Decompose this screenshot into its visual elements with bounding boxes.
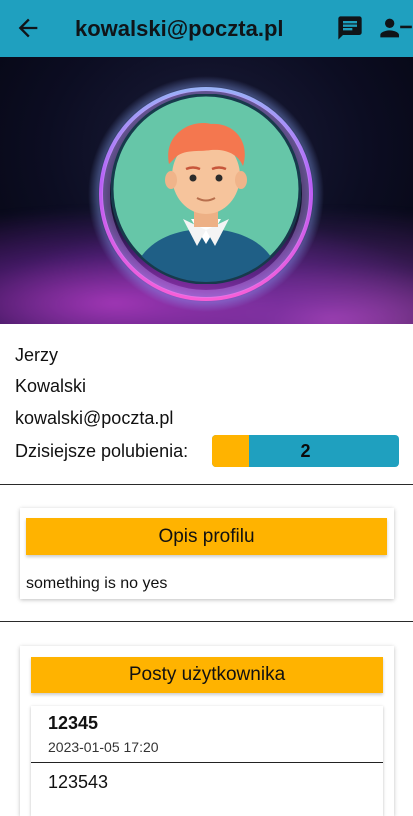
description-header: Opis profilu — [26, 518, 387, 555]
arrow-back-icon[interactable] — [14, 14, 42, 42]
person-remove-icon[interactable] — [378, 14, 413, 42]
likes-count: 2 — [300, 441, 311, 461]
app-bar-title: kowalski@poczta.pl — [75, 16, 284, 41]
divider — [0, 621, 413, 622]
app-bar: kowalski@poczta.pl — [0, 0, 413, 57]
first-name: Jerzy — [15, 345, 59, 365]
posts-header: Posty użytkownika — [31, 657, 383, 693]
post-separator — [31, 762, 383, 763]
post-title: 12345 — [48, 713, 99, 733]
post-date: 2023-01-05 17:20 — [48, 739, 159, 755]
chat-icon[interactable] — [336, 14, 364, 42]
email-text: kowalski@poczta.pl — [15, 408, 174, 428]
post-body: 123543 — [48, 772, 109, 792]
likes-progress-bar: 2 — [212, 435, 399, 467]
avatar — [110, 93, 302, 285]
last-name: Kowalski — [15, 376, 87, 396]
description-text: something is no yes — [26, 575, 168, 592]
profile-banner — [0, 57, 413, 324]
likes-label: Dzisiejsze polubienia: — [15, 441, 189, 461]
divider — [0, 484, 413, 485]
